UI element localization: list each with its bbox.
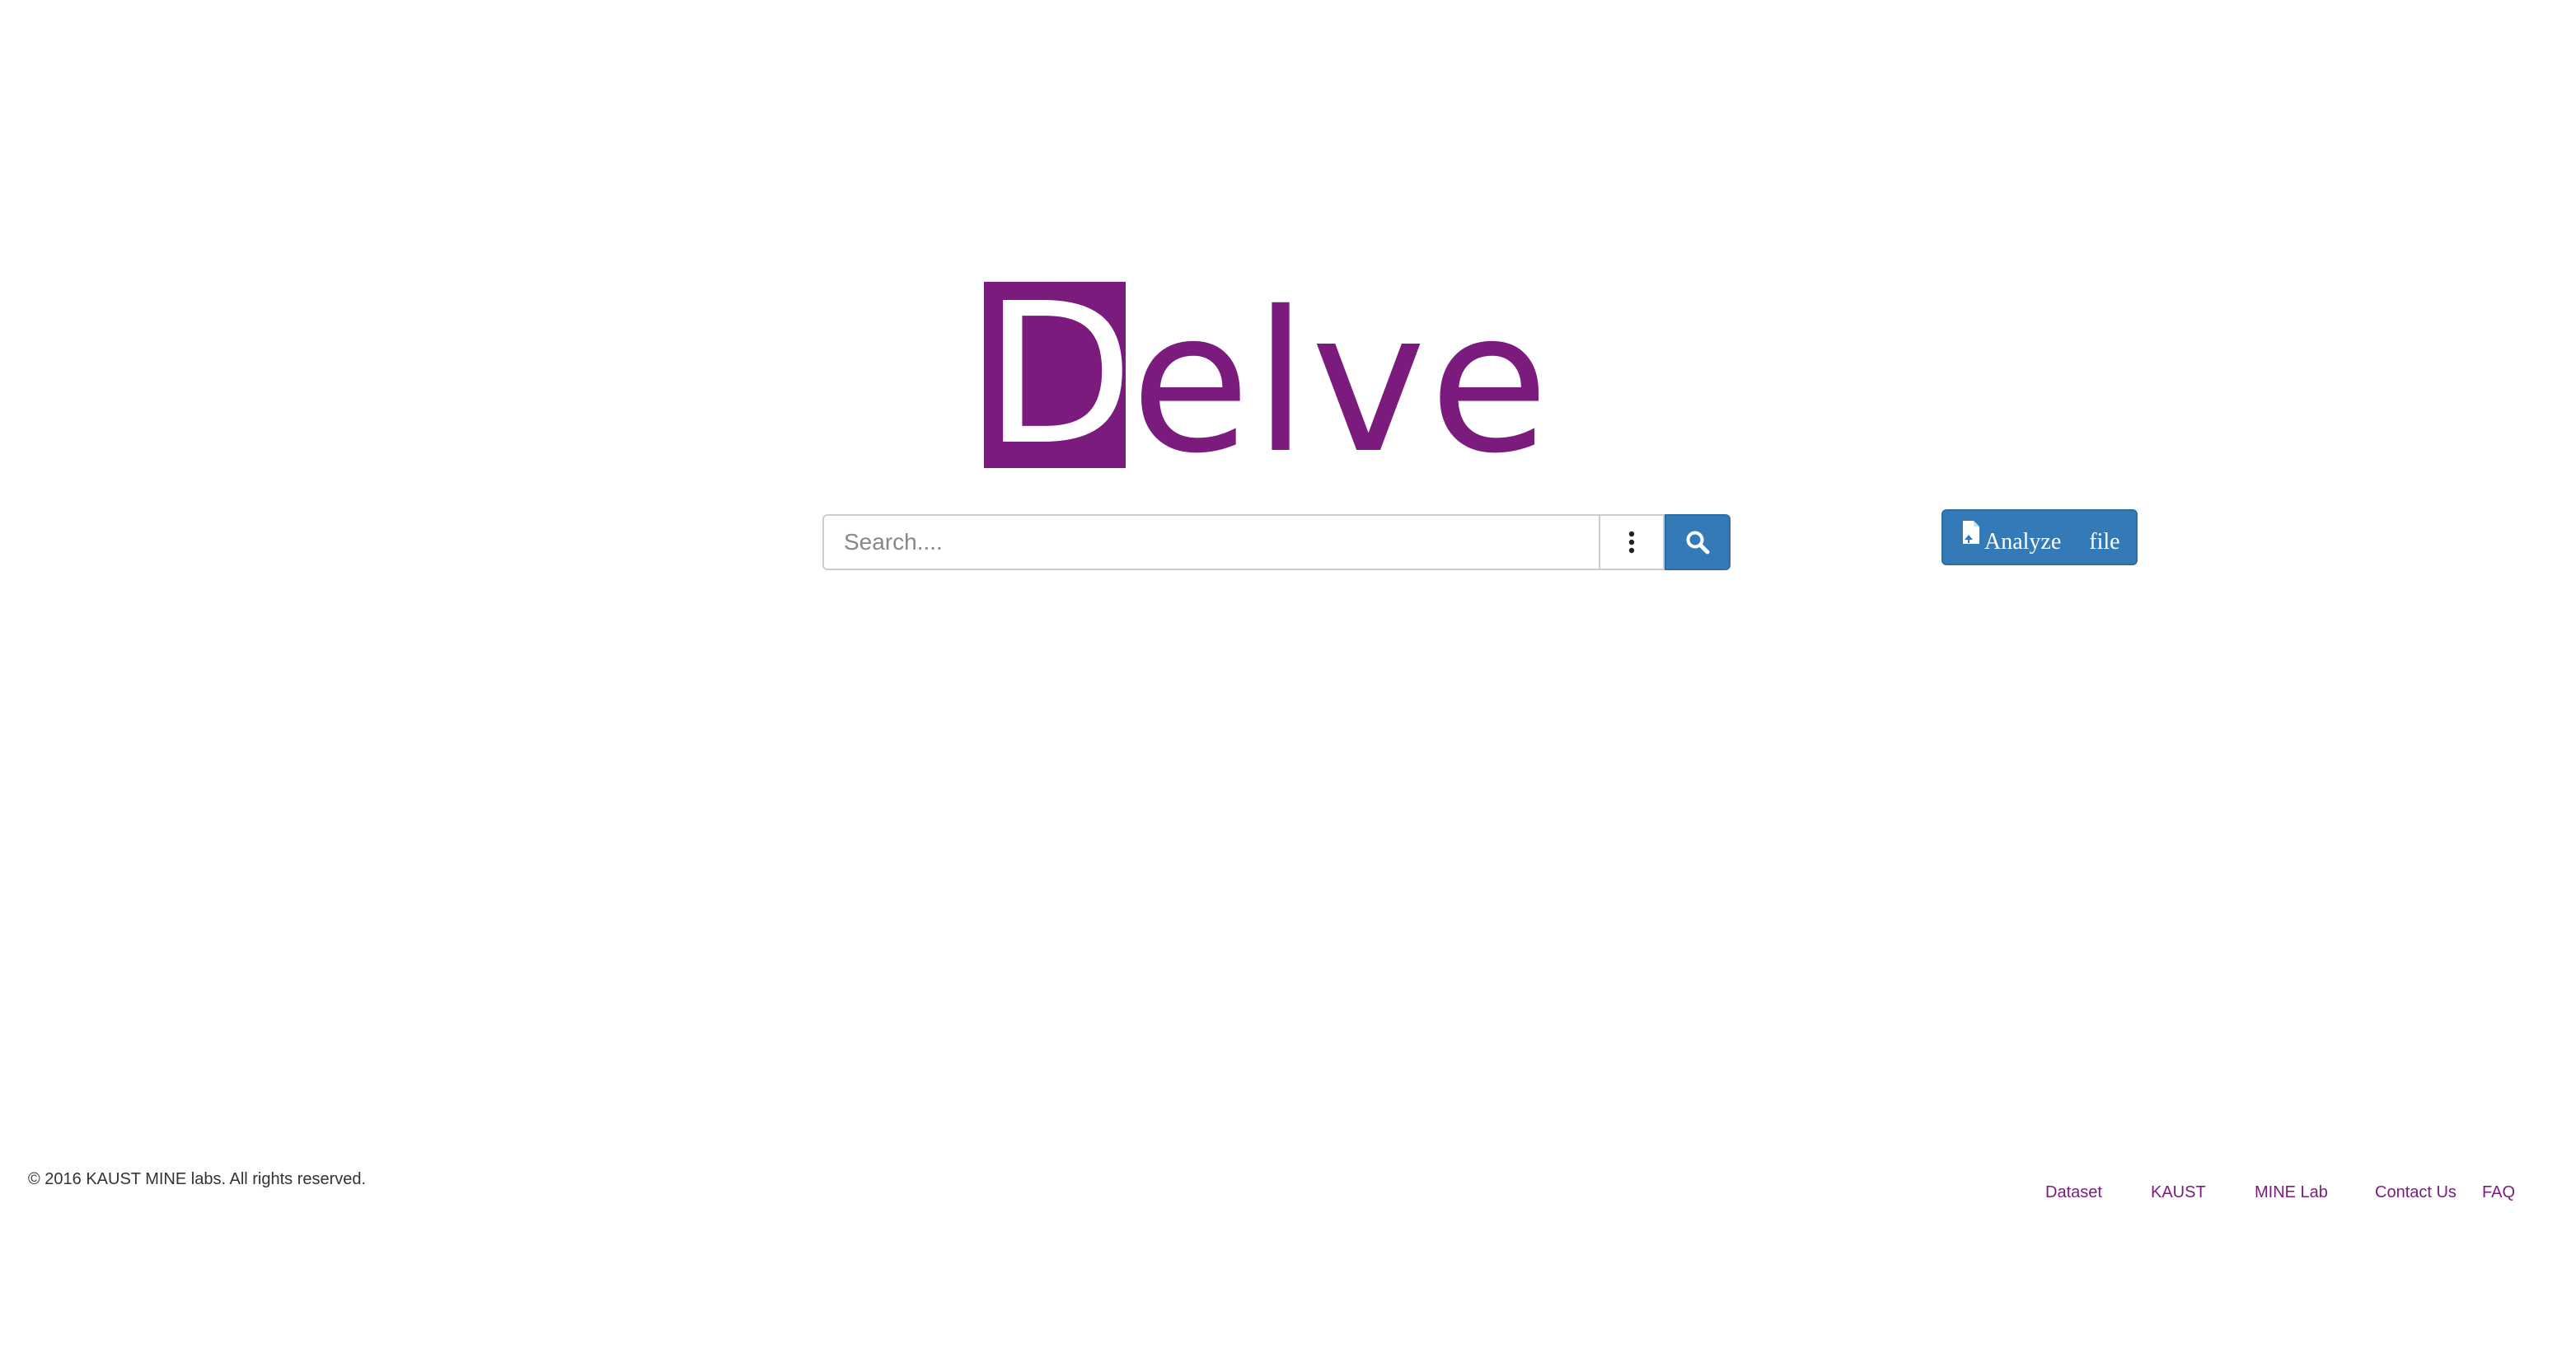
analyze-label: Analyze — [1984, 529, 2062, 555]
search-input[interactable] — [822, 514, 1600, 570]
footer-link-kaust[interactable]: KAUST — [2151, 1183, 2206, 1202]
delve-logo: D elve — [984, 282, 1553, 468]
analyze-file-button[interactable]: Analyze file — [1941, 509, 2138, 565]
footer-link-mine-lab[interactable]: MINE Lab — [2255, 1183, 2328, 1202]
copyright-text: © 2016 KAUST MINE labs. All rights reser… — [28, 1170, 367, 1188]
search-bar — [822, 514, 1731, 570]
logo-text: elve — [1131, 298, 1553, 468]
footer-link-faq[interactable]: FAQ — [2482, 1183, 2515, 1202]
footer-link-contact-us[interactable]: Contact Us — [2375, 1183, 2457, 1202]
search-button[interactable] — [1665, 514, 1731, 570]
vertical-ellipsis-icon — [1628, 531, 1635, 554]
file-label: file — [2089, 529, 2120, 555]
page: D elve Analyze file © 2016 — [0, 0, 2576, 1358]
search-options-button[interactable] — [1600, 514, 1665, 570]
footer-link-dataset[interactable]: Dataset — [2045, 1183, 2102, 1202]
search-icon — [1686, 531, 1710, 555]
logo-letter-box: D — [984, 282, 1126, 468]
file-upload-icon — [1963, 521, 1979, 544]
